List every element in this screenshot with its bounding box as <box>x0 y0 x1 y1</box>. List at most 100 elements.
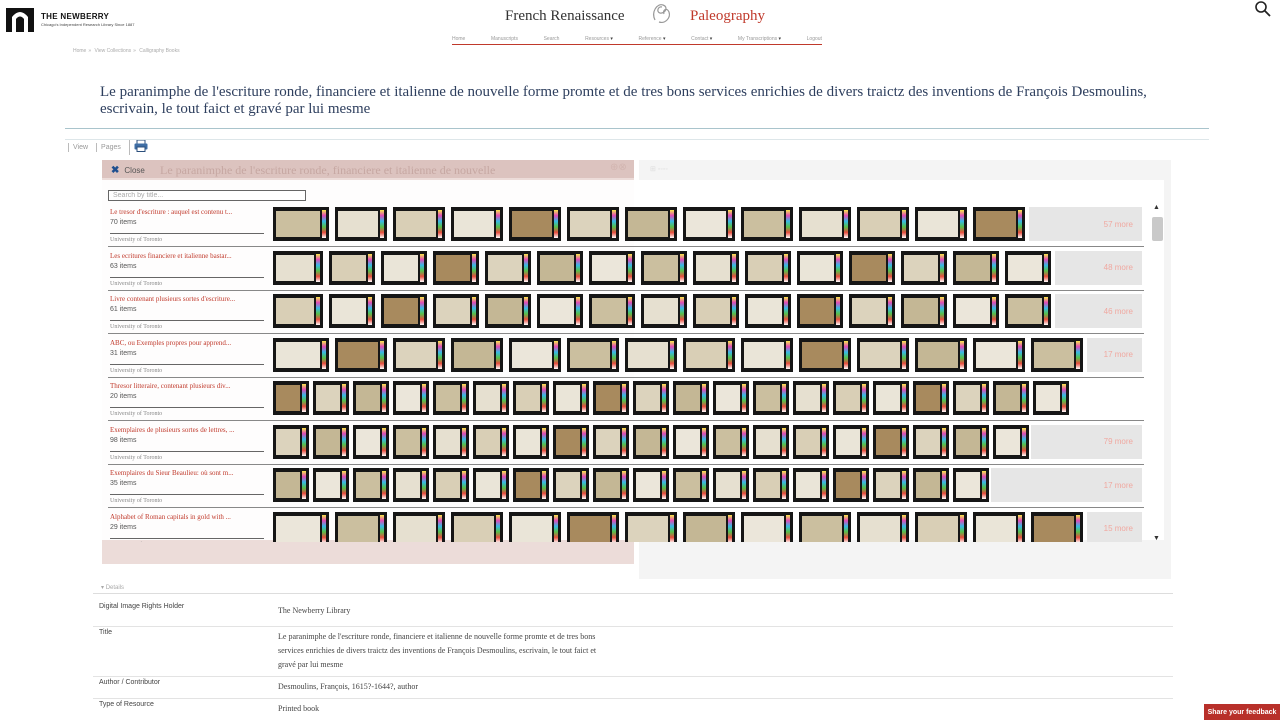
page-thumbnail[interactable] <box>393 337 445 372</box>
page-thumbnail[interactable] <box>485 294 531 328</box>
page-thumbnail[interactable] <box>433 250 479 285</box>
collection-info[interactable]: Thresor litteraire, contenant plusieurs … <box>110 382 268 400</box>
page-thumbnail[interactable] <box>857 337 909 372</box>
page-thumbnail[interactable] <box>793 381 829 415</box>
page-thumbnail[interactable] <box>313 468 349 502</box>
page-thumbnail[interactable] <box>589 250 635 285</box>
page-thumbnail[interactable] <box>567 337 619 372</box>
page-thumbnail[interactable] <box>633 381 669 415</box>
page-thumbnail[interactable] <box>849 250 895 285</box>
page-thumbnail[interactable] <box>857 511 909 542</box>
page-thumbnail[interactable] <box>713 381 749 415</box>
collection-row[interactable]: Le tresor d'escriture : auquel est conte… <box>108 204 1144 247</box>
page-thumbnail[interactable] <box>485 250 531 285</box>
page-thumbnail[interactable] <box>915 337 967 372</box>
page-thumbnail[interactable] <box>393 424 429 459</box>
collection-row[interactable]: ABC, ou Exemples propres pour apprend...… <box>108 335 1144 378</box>
page-thumbnail[interactable] <box>833 381 869 415</box>
breadcrumb-view-collections[interactable]: View Collections <box>95 48 132 54</box>
page-thumbnail[interactable] <box>381 294 427 328</box>
page-thumbnail[interactable] <box>693 294 739 328</box>
page-thumbnail[interactable] <box>1005 250 1051 285</box>
collection-title[interactable]: ABC, ou Exemples propres pour apprend... <box>110 339 268 347</box>
page-thumbnail[interactable] <box>873 424 909 459</box>
collection-info[interactable]: Le tresor d'escriture : auquel est conte… <box>110 208 268 226</box>
collection-title[interactable]: Exemplaires du Sieur Beaulieu: où sont m… <box>110 469 268 477</box>
page-thumbnail[interactable] <box>683 337 735 372</box>
page-thumbnail[interactable] <box>1031 337 1083 372</box>
page-thumbnail[interactable] <box>353 424 389 459</box>
page-thumbnail[interactable] <box>1005 294 1051 328</box>
collection-row[interactable]: Les ecritures financiere et italienne ba… <box>108 248 1144 291</box>
page-thumbnail[interactable] <box>713 468 749 502</box>
page-thumbnail[interactable] <box>797 250 843 285</box>
page-thumbnail[interactable] <box>673 381 709 415</box>
share-feedback-button[interactable]: Share your feedback <box>1204 704 1280 720</box>
page-thumbnail[interactable] <box>273 294 323 328</box>
page-thumbnail[interactable] <box>513 381 549 415</box>
page-thumbnail[interactable] <box>797 294 843 328</box>
collection-title[interactable]: Les ecritures financiere et italienne ba… <box>110 252 268 260</box>
more-items-link[interactable]: 17 more <box>991 468 1142 502</box>
page-thumbnail[interactable] <box>433 294 479 328</box>
page-thumbnail[interactable] <box>451 337 503 372</box>
page-thumbnail[interactable] <box>873 381 909 415</box>
page-thumbnail[interactable] <box>793 468 829 502</box>
more-items-link[interactable]: 48 more <box>1055 250 1142 285</box>
nav-manuscripts[interactable]: Manuscripts <box>491 36 518 42</box>
page-thumbnail[interactable] <box>745 294 791 328</box>
page-thumbnail[interactable] <box>673 424 709 459</box>
page-thumbnail[interactable] <box>381 250 427 285</box>
page-thumbnail[interactable] <box>633 424 669 459</box>
close-button[interactable]: ✖ Close <box>111 165 145 176</box>
page-thumbnail[interactable] <box>953 250 999 285</box>
collection-title[interactable]: Le tresor d'escriture : auquel est conte… <box>110 208 268 216</box>
page-thumbnail[interactable] <box>589 294 635 328</box>
nav-contact[interactable]: Contact <box>691 36 712 42</box>
page-thumbnail[interactable] <box>741 511 793 542</box>
page-thumbnail[interactable] <box>799 337 851 372</box>
page-thumbnail[interactable] <box>567 511 619 542</box>
page-thumbnail[interactable] <box>433 381 469 415</box>
more-items-link[interactable]: 15 more <box>1087 511 1142 542</box>
page-thumbnail[interactable] <box>273 468 309 502</box>
page-thumbnail[interactable] <box>473 468 509 502</box>
nav-logout[interactable]: Logout <box>807 36 822 42</box>
page-thumbnail[interactable] <box>593 424 629 459</box>
collection-info[interactable]: Exemplaires du Sieur Beaulieu: où sont m… <box>110 469 268 487</box>
scrollbar[interactable]: ▲ ▼ <box>1152 204 1163 542</box>
collection-title[interactable]: Alphabet of Roman capitals in gold with … <box>110 513 268 521</box>
page-thumbnail[interactable] <box>273 381 309 415</box>
page-thumbnail[interactable] <box>393 207 445 241</box>
site-title[interactable]: French Renaissance Paleography <box>505 4 805 30</box>
pages-button[interactable]: Pages <box>96 143 125 152</box>
collection-row[interactable]: Exemplaires de plusieurs sortes de lettr… <box>108 422 1144 465</box>
page-thumbnail[interactable] <box>973 337 1025 372</box>
page-thumbnail[interactable] <box>329 294 375 328</box>
page-thumbnail[interactable] <box>873 468 909 502</box>
collection-title[interactable]: Exemplaires de plusieurs sortes de lettr… <box>110 426 268 434</box>
page-thumbnail[interactable] <box>335 337 387 372</box>
page-thumbnail[interactable] <box>1033 381 1069 415</box>
page-thumbnail[interactable] <box>753 468 789 502</box>
page-thumbnail[interactable] <box>741 207 793 241</box>
page-thumbnail[interactable] <box>553 424 589 459</box>
collection-row[interactable]: Livre contenant plusieurs sortes d'escri… <box>108 291 1144 334</box>
page-thumbnail[interactable] <box>953 381 989 415</box>
collection-list[interactable]: Le tresor d'escriture : auquel est conte… <box>108 204 1144 542</box>
page-thumbnail[interactable] <box>849 294 895 328</box>
page-thumbnail[interactable] <box>793 424 829 459</box>
page-thumbnail[interactable] <box>799 511 851 542</box>
page-thumbnail[interactable] <box>567 207 619 241</box>
page-thumbnail[interactable] <box>973 511 1025 542</box>
collection-info[interactable]: Alphabet of Roman capitals in gold with … <box>110 513 268 531</box>
page-thumbnail[interactable] <box>625 207 677 241</box>
page-thumbnail[interactable] <box>915 511 967 542</box>
collection-info[interactable]: Exemplaires de plusieurs sortes de lettr… <box>110 426 268 444</box>
page-thumbnail[interactable] <box>473 381 509 415</box>
page-thumbnail[interactable] <box>973 207 1025 241</box>
page-thumbnail[interactable] <box>673 468 709 502</box>
page-thumbnail[interactable] <box>593 381 629 415</box>
page-thumbnail[interactable] <box>553 468 589 502</box>
collection-row[interactable]: Thresor litteraire, contenant plusieurs … <box>108 378 1144 421</box>
